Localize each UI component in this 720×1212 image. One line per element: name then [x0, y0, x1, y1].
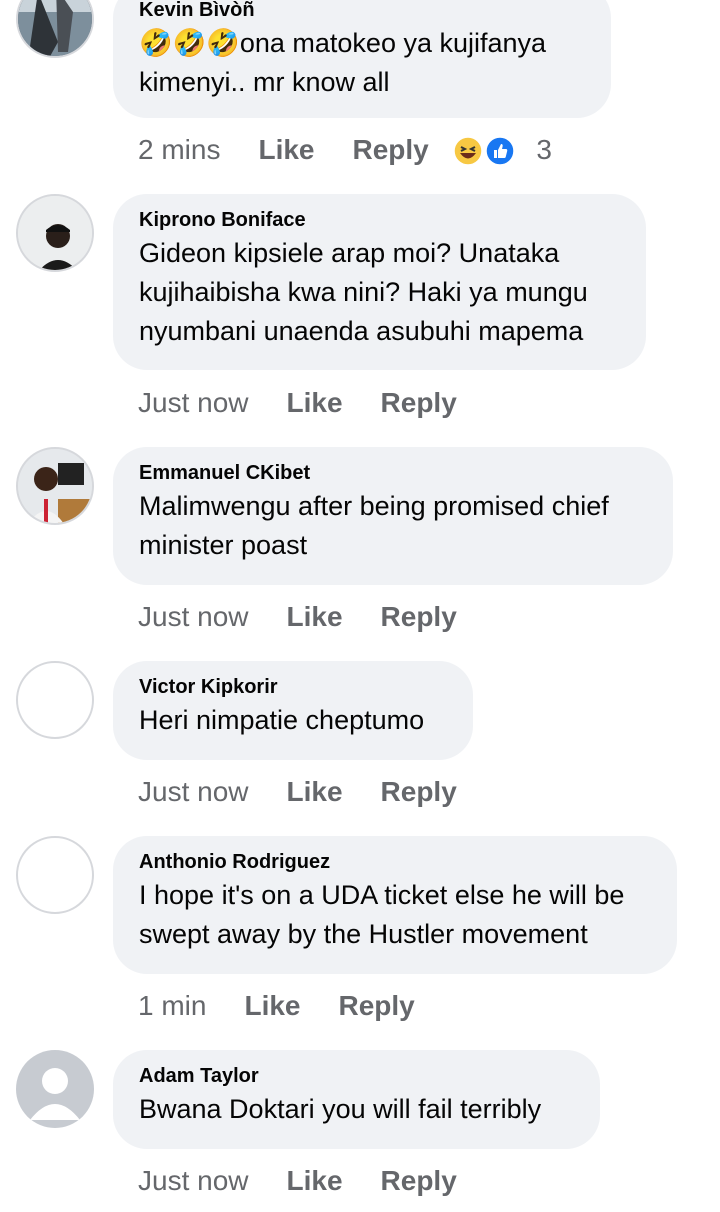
- avatar[interactable]: [16, 836, 94, 914]
- haha-icon: [453, 136, 483, 167]
- reply-button[interactable]: Reply: [339, 990, 415, 1022]
- like-button[interactable]: Like: [287, 1165, 343, 1197]
- like-button[interactable]: Like: [287, 776, 343, 808]
- comment-author[interactable]: Anthonio Rodriguez: [139, 850, 651, 874]
- comment-author[interactable]: Adam Taylor: [139, 1064, 574, 1088]
- comment-time[interactable]: Just now: [138, 776, 249, 808]
- comment-author[interactable]: Kiprono Boniface: [139, 208, 620, 232]
- comment-author[interactable]: Kevin Bìvòñ: [139, 0, 585, 22]
- like-button[interactable]: Like: [244, 990, 300, 1022]
- avatar-photo: [18, 449, 92, 523]
- avatar[interactable]: [16, 194, 94, 272]
- comment-time[interactable]: Just now: [138, 387, 249, 419]
- default-avatar-icon: [30, 1068, 80, 1120]
- comment-bubble: Anthonio Rodriguez I hope it's on a UDA …: [113, 836, 677, 974]
- comment-bubble: Emmanuel CKibet Malimwengu after being p…: [113, 447, 673, 585]
- comment-text: 🤣🤣🤣ona matokeo ya kujifanya kimenyi.. mr…: [139, 28, 547, 97]
- comment-actions: Just now Like Reply: [138, 597, 495, 637]
- comment-bubble: Victor Kipkorir Heri nimpatie cheptumo: [113, 661, 473, 760]
- like-button[interactable]: Like: [287, 387, 343, 419]
- reply-button[interactable]: Reply: [381, 601, 457, 633]
- comment-actions: Just now Like Reply: [138, 383, 495, 423]
- comment-actions: Just now Like Reply: [138, 1161, 495, 1201]
- comment-text: Gideon kipsiele arap moi? Unataka kujiha…: [139, 238, 588, 346]
- reply-button[interactable]: Reply: [353, 134, 429, 166]
- avatar-photo: [18, 196, 92, 270]
- like-icon: [484, 136, 515, 167]
- comment-author[interactable]: Emmanuel CKibet: [139, 461, 647, 485]
- reply-button[interactable]: Reply: [381, 387, 457, 419]
- like-button[interactable]: Like: [258, 134, 314, 166]
- comment-bubble: Kevin Bìvòñ 🤣🤣🤣ona matokeo ya kujifanya …: [113, 0, 611, 118]
- avatar-photo: [18, 0, 92, 56]
- avatar[interactable]: [16, 661, 94, 739]
- reaction-summary[interactable]: 3: [453, 134, 552, 167]
- comment-text: I hope it's on a UDA ticket else he will…: [139, 880, 625, 949]
- comment-author[interactable]: Victor Kipkorir: [139, 675, 447, 699]
- comment-time[interactable]: 2 mins: [138, 134, 220, 166]
- comment-text: Heri nimpatie cheptumo: [139, 705, 425, 735]
- reply-button[interactable]: Reply: [381, 776, 457, 808]
- avatar[interactable]: [16, 1050, 94, 1128]
- comment-time[interactable]: Just now: [138, 601, 249, 633]
- comment-text: Malimwengu after being promised chief mi…: [139, 491, 609, 560]
- reply-button[interactable]: Reply: [381, 1165, 457, 1197]
- avatar[interactable]: [16, 0, 94, 58]
- comment-time[interactable]: 1 min: [138, 990, 206, 1022]
- comment-time[interactable]: Just now: [138, 1165, 249, 1197]
- reaction-count: 3: [536, 133, 552, 165]
- comment-bubble: Adam Taylor Bwana Doktari you will fail …: [113, 1050, 600, 1149]
- like-button[interactable]: Like: [287, 601, 343, 633]
- comment-actions: 1 min Like Reply: [138, 986, 453, 1026]
- comment-bubble: Kiprono Boniface Gideon kipsiele arap mo…: [113, 194, 646, 370]
- laughing-emoji-icon: 🤣🤣🤣: [139, 28, 240, 58]
- comment-actions: 2 mins Like Reply 3: [138, 130, 552, 170]
- comment-text: Bwana Doktari you will fail terribly: [139, 1094, 542, 1124]
- avatar[interactable]: [16, 447, 94, 525]
- comment-actions: Just now Like Reply: [138, 772, 495, 812]
